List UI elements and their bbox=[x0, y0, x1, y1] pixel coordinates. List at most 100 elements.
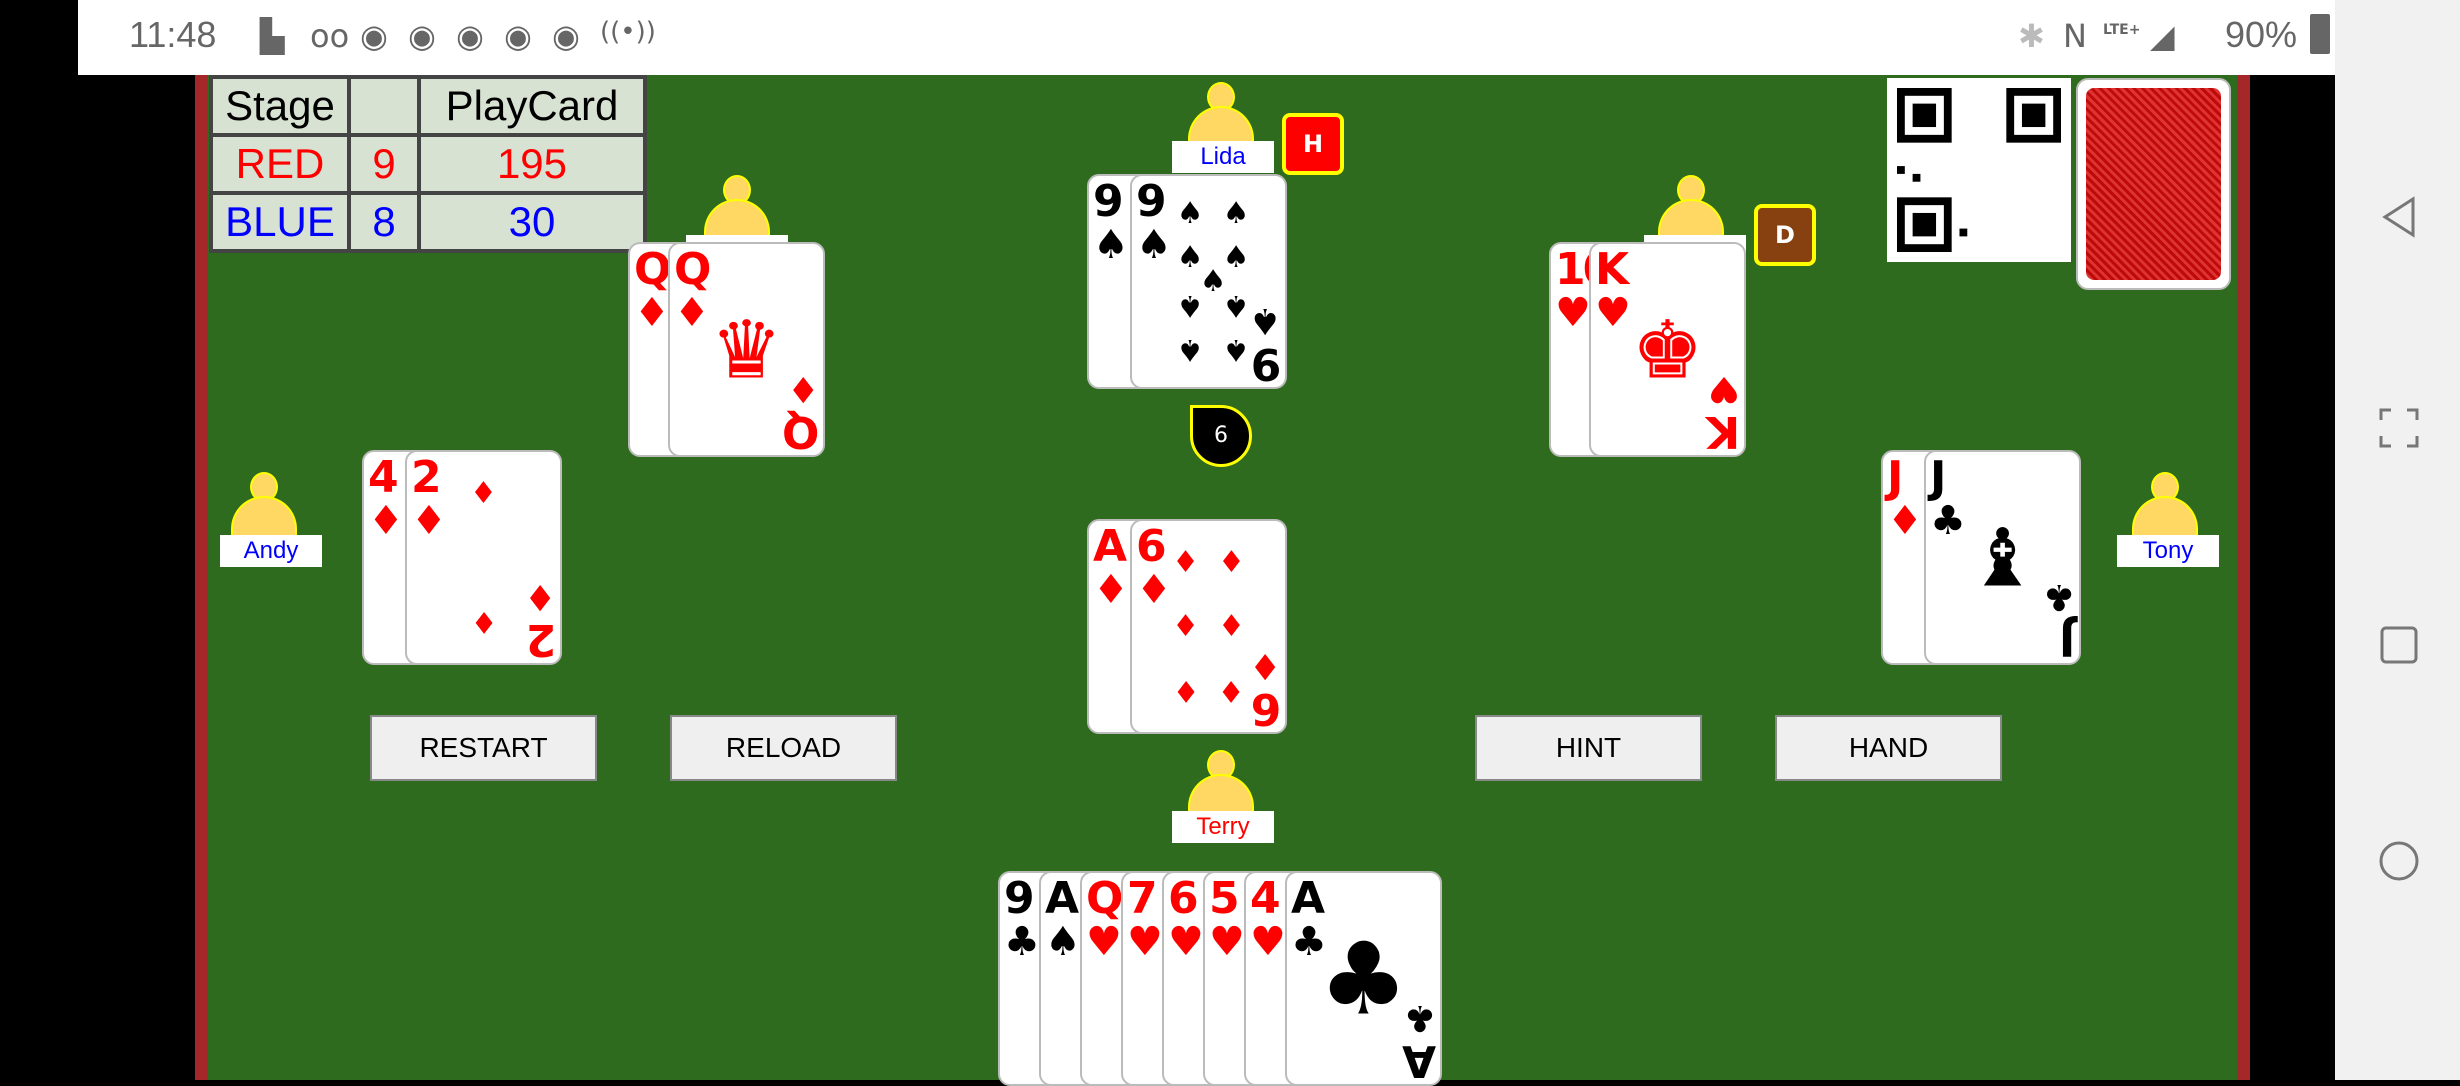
card-rank: A bbox=[1093, 521, 1127, 572]
score-table: Stage PlayCard RED 9 195 BLUE 8 30 bbox=[209, 75, 647, 253]
card-pip-icon: ♠ bbox=[1176, 195, 1204, 231]
card-rank: A bbox=[1045, 873, 1079, 924]
back-icon[interactable] bbox=[2377, 195, 2421, 239]
card-corner-bottom: A ♣ bbox=[1401, 997, 1436, 1086]
reload-button[interactable]: RELOAD bbox=[670, 715, 897, 781]
card-pip-icon: ♦ bbox=[470, 476, 497, 512]
card-suit-icon: ♦ bbox=[1136, 567, 1172, 613]
card-corner-bottom: Q ♦ bbox=[781, 368, 819, 457]
northeast-card: K ♥ ♚ K ♥ bbox=[1589, 242, 1746, 457]
team-name: RED bbox=[209, 133, 351, 195]
battery-level: 90% bbox=[2225, 14, 2298, 55]
card-rank: Q bbox=[1086, 873, 1123, 924]
card-suit-icon: ♥ bbox=[1595, 290, 1631, 336]
card-pip-icon: ♦ bbox=[470, 603, 497, 639]
card-pip-icon: ♠ bbox=[1222, 287, 1250, 323]
card-rank: 9 bbox=[1136, 176, 1167, 227]
ace-suit-icon: ♣ bbox=[1318, 920, 1409, 1037]
face-card-figure-icon: ♝ bbox=[1966, 511, 2039, 604]
card-pip-icon: ♠ bbox=[1222, 240, 1250, 276]
card-corner-bottom: 9 ♠ bbox=[1248, 300, 1281, 389]
card-suit-icon: ♥ bbox=[1168, 919, 1204, 965]
card-pip-icon: ♠ bbox=[1176, 332, 1204, 368]
card-rank: 9 bbox=[1093, 176, 1124, 227]
west-card: 2 ♦ ♦ ♦ 2 ♦ bbox=[405, 450, 562, 665]
card-corner-bottom: J ♣ bbox=[2042, 576, 2075, 665]
header-playcard: PlayCard bbox=[417, 75, 647, 137]
hand-card[interactable]: A ♣ ♣ A ♣ bbox=[1285, 871, 1442, 1086]
player-label-west: Andy bbox=[220, 535, 322, 567]
card-suit-icon: ♦ bbox=[411, 498, 447, 544]
card-suit-icon: ♣ bbox=[1004, 919, 1040, 965]
card-rank: J bbox=[1887, 452, 1903, 503]
restart-button[interactable]: RESTART bbox=[370, 715, 597, 781]
team-stage: 9 bbox=[347, 133, 421, 195]
card-rank: 7 bbox=[1127, 873, 1158, 924]
east-card: J ♣ ♝ J ♣ bbox=[1924, 450, 2081, 665]
card-suit-icon: ♦ bbox=[674, 290, 710, 336]
lte-icon: LTE+ bbox=[2103, 22, 2141, 38]
score-row-blue: BLUE 8 30 bbox=[209, 191, 647, 253]
card-pip-icon: ♦ bbox=[1217, 608, 1245, 644]
card-rank: 6 bbox=[1168, 873, 1199, 924]
nfc-icon: N bbox=[2063, 17, 2087, 55]
card-pip-icon: ♦ bbox=[1172, 672, 1199, 708]
card-pip-icon: ♠ bbox=[1222, 332, 1250, 368]
card-deck-back[interactable] bbox=[2076, 78, 2231, 290]
header-stage: Stage bbox=[209, 75, 351, 137]
player-avatar-south bbox=[1188, 750, 1254, 814]
card-rank: 9 bbox=[1004, 873, 1035, 924]
hearts-badge: H bbox=[1282, 113, 1344, 175]
card-suit-icon: ♦ bbox=[1887, 498, 1923, 544]
card-rank: 4 bbox=[1250, 873, 1281, 924]
team-name: BLUE bbox=[209, 191, 351, 253]
player-label-east: Tony bbox=[2117, 535, 2219, 567]
card-pip-icon: ♠ bbox=[1176, 287, 1204, 323]
card-pip-icon: ♦ bbox=[1172, 608, 1199, 644]
chrome-icon: ◉ bbox=[408, 17, 436, 55]
card-rank: J bbox=[1930, 452, 1946, 503]
player-avatar-north bbox=[1188, 82, 1254, 146]
card-corner-bottom: K ♥ bbox=[1705, 368, 1740, 457]
header-blank bbox=[347, 75, 421, 137]
card-rank: 6 bbox=[1136, 521, 1167, 572]
card-suit-icon: ♦ bbox=[1093, 567, 1129, 613]
card-pip-icon: ♦ bbox=[1217, 672, 1245, 708]
clock: 11:48 bbox=[129, 14, 217, 55]
card-suit-icon: ♠ bbox=[1136, 222, 1172, 268]
card-rank: Q bbox=[674, 244, 711, 295]
player-avatar-northwest bbox=[704, 175, 770, 239]
player-label-south: Terry bbox=[1172, 811, 1274, 843]
hint-button[interactable]: HINT bbox=[1475, 715, 1702, 781]
card-suit-icon: ♠ bbox=[1045, 919, 1081, 965]
card-pip-icon: ♦ bbox=[1172, 545, 1199, 581]
card-suit-icon: ♥ bbox=[1250, 919, 1286, 965]
face-card-figure-icon: ♚ bbox=[1631, 303, 1704, 396]
card-rank: 2 bbox=[411, 452, 442, 503]
north-card: 9 ♠ ♠ ♠ ♠ ♠ ♠ ♠ ♠ ♠ ♠ 9 ♠ bbox=[1130, 174, 1287, 389]
dealer-badge: D bbox=[1754, 204, 1816, 266]
player-avatar-east bbox=[2132, 472, 2198, 536]
score-row-red: RED 9 195 bbox=[209, 133, 647, 195]
player-label-north: Lida bbox=[1172, 141, 1274, 173]
screenshot-icon[interactable] bbox=[2377, 406, 2421, 450]
chrome-icon: ◉ bbox=[552, 17, 580, 55]
player-avatar-west bbox=[231, 472, 297, 536]
status-bar: 11:48 ▙ oo ◉ ◉ ◉ ◉ ◉ ((•)) ✱ N LTE+ ◢ 90… bbox=[78, 0, 2335, 75]
hand-button[interactable]: HAND bbox=[1775, 715, 2002, 781]
center-card: 6 ♦ ♦ ♦ ♦ ♦ ♦ ♦ 6 ♦ bbox=[1130, 519, 1287, 734]
navigation-bar bbox=[2335, 0, 2460, 1080]
card-corner-bottom: 2 ♦ bbox=[523, 576, 556, 665]
card-suit-icon: ♥ bbox=[1209, 919, 1245, 965]
card-suit-icon: ♥ bbox=[1127, 919, 1163, 965]
video-call-icon: ▙ bbox=[260, 17, 285, 55]
card-rank: A bbox=[1291, 873, 1325, 924]
card-rank: K bbox=[1595, 244, 1629, 295]
card-corner-bottom: 6 ♦ bbox=[1248, 645, 1281, 734]
card-rank: 5 bbox=[1209, 873, 1240, 924]
home-icon[interactable] bbox=[2377, 839, 2421, 883]
card-rank: Q bbox=[634, 244, 671, 295]
battery-icon bbox=[2310, 14, 2330, 54]
recents-icon[interactable] bbox=[2377, 623, 2421, 667]
card-suit-icon: ♣ bbox=[1930, 498, 1966, 544]
